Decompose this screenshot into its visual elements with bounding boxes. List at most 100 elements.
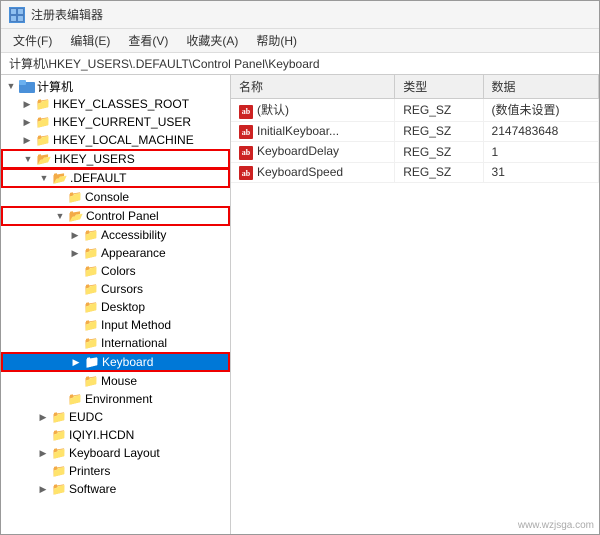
folder-icon-colors: 📁 xyxy=(83,263,99,279)
tree-node-accessibility[interactable]: ▶ 📁 Accessibility xyxy=(1,226,230,244)
folder-icon-mouse: 📁 xyxy=(83,373,99,389)
expand-icon-eudc[interactable]: ▶ xyxy=(35,409,51,425)
node-label-cursors: Cursors xyxy=(101,282,143,296)
cell-type: REG_SZ xyxy=(395,121,483,142)
registry-table: 名称 类型 数据 ab(默认) REG_SZ (数值未设置) abInitial… xyxy=(231,75,599,183)
tree-node-computer[interactable]: ▼ 计算机 xyxy=(1,77,230,95)
node-label-international: International xyxy=(101,336,167,350)
expand-icon-hkcr[interactable]: ▶ xyxy=(19,96,35,112)
expand-icon-keyboard[interactable]: ▶ xyxy=(68,354,84,370)
reg-icon: ab xyxy=(239,125,253,139)
menu-help[interactable]: 帮助(H) xyxy=(248,30,305,51)
tree-node-mouse[interactable]: ▶ 📁 Mouse xyxy=(1,372,230,390)
tree-node-international[interactable]: ▶ 📁 International xyxy=(1,334,230,352)
node-label-inputmethod: Input Method xyxy=(101,318,171,332)
node-label-computer: 计算机 xyxy=(37,78,73,95)
tree-node-keyboard[interactable]: ▶ 📁 Keyboard xyxy=(2,353,229,371)
cell-type: REG_SZ xyxy=(395,142,483,163)
node-label-appearance: Appearance xyxy=(101,246,166,260)
cell-data: (数值未设置) xyxy=(483,99,598,122)
reg-icon: ab xyxy=(239,146,253,160)
menu-bar: 文件(F) 编辑(E) 查看(V) 收藏夹(A) 帮助(H) xyxy=(1,29,599,53)
cell-name: abKeyboardSpeed xyxy=(231,162,395,183)
window-title: 注册表编辑器 xyxy=(31,6,103,23)
folder-icon-computer xyxy=(19,78,35,94)
menu-edit[interactable]: 编辑(E) xyxy=(62,30,118,51)
tree-node-software[interactable]: ▶ 📁 Software xyxy=(1,480,230,498)
folder-icon-international: 📁 xyxy=(83,335,99,351)
table-row[interactable]: abKeyboardSpeed REG_SZ 31 xyxy=(231,162,599,183)
tree-node-environment[interactable]: ▶ 📁 Environment xyxy=(1,390,230,408)
tree-node-appearance[interactable]: ▶ 📁 Appearance xyxy=(1,244,230,262)
folder-icon-eudc: 📁 xyxy=(51,409,67,425)
expand-icon-accessibility[interactable]: ▶ xyxy=(67,227,83,243)
cell-name: ab(默认) xyxy=(231,99,395,122)
col-header-name: 名称 xyxy=(231,75,395,99)
folder-icon-hkcu: 📁 xyxy=(35,114,51,130)
watermark: www.wzjsga.com xyxy=(518,520,594,531)
folder-icon-environment: 📁 xyxy=(67,391,83,407)
tree-node-inputmethod[interactable]: ▶ 📁 Input Method xyxy=(1,316,230,334)
reg-icon: ab xyxy=(239,166,253,180)
folder-icon-software: 📁 xyxy=(51,481,67,497)
address-path: 计算机\HKEY_USERS\.DEFAULT\Control Panel\Ke… xyxy=(9,55,320,72)
menu-file[interactable]: 文件(F) xyxy=(5,30,60,51)
tree-node-keyboardlayout[interactable]: ▶ 📁 Keyboard Layout xyxy=(1,444,230,462)
expand-icon-software[interactable]: ▶ xyxy=(35,481,51,497)
node-label-accessibility: Accessibility xyxy=(101,228,166,242)
node-label-colors: Colors xyxy=(101,264,136,278)
tree-node-hklm[interactable]: ▶ 📁 HKEY_LOCAL_MACHINE xyxy=(1,131,230,149)
tree-node-controlpanel[interactable]: ▼ 📂 Control Panel xyxy=(2,207,229,225)
tree-node-iqiyi[interactable]: ▶ 📁 IQIYI.HCDN xyxy=(1,426,230,444)
tree-node-colors[interactable]: ▶ 📁 Colors xyxy=(1,262,230,280)
expand-icon-hku[interactable]: ▼ xyxy=(20,151,36,167)
folder-icon-inputmethod: 📁 xyxy=(83,317,99,333)
tree-node-hku[interactable]: ▼ 📂 HKEY_USERS xyxy=(2,150,229,168)
node-label-keyboardlayout: Keyboard Layout xyxy=(69,446,160,460)
folder-icon-hklm: 📁 xyxy=(35,132,51,148)
table-row[interactable]: abKeyboardDelay REG_SZ 1 xyxy=(231,142,599,163)
cell-data: 1 xyxy=(483,142,598,163)
folder-icon-hkcr: 📁 xyxy=(35,96,51,112)
tree-node-printers[interactable]: ▶ 📁 Printers xyxy=(1,462,230,480)
table-row[interactable]: ab(默认) REG_SZ (数值未设置) xyxy=(231,99,599,122)
expand-icon-hklm[interactable]: ▶ xyxy=(19,132,35,148)
tree-node-eudc[interactable]: ▶ 📁 EUDC xyxy=(1,408,230,426)
col-header-data: 数据 xyxy=(483,75,598,99)
expand-icon-computer[interactable]: ▼ xyxy=(3,78,19,94)
expand-icon-keyboardlayout[interactable]: ▶ xyxy=(35,445,51,461)
expand-icon-controlpanel[interactable]: ▼ xyxy=(52,208,68,224)
node-label-environment: Environment xyxy=(85,392,152,406)
tree-node-default[interactable]: ▼ 📂 .DEFAULT xyxy=(2,169,229,187)
tree-node-cursors[interactable]: ▶ 📁 Cursors xyxy=(1,280,230,298)
menu-favorites[interactable]: 收藏夹(A) xyxy=(178,30,246,51)
tree-node-desktop[interactable]: ▶ 📁 Desktop xyxy=(1,298,230,316)
folder-icon-appearance: 📁 xyxy=(83,245,99,261)
expand-icon-appearance[interactable]: ▶ xyxy=(67,245,83,261)
node-label-iqiyi: IQIYI.HCDN xyxy=(69,428,134,442)
expand-icon-default[interactable]: ▼ xyxy=(36,170,52,186)
folder-icon-controlpanel: 📂 xyxy=(68,208,84,224)
node-label-mouse: Mouse xyxy=(101,374,137,388)
tree-panel[interactable]: ▼ 计算机 ▶ 📁 HKEY_CLASSES_ROOT ▶ xyxy=(1,75,231,534)
tree-node-hkcu[interactable]: ▶ 📁 HKEY_CURRENT_USER xyxy=(1,113,230,131)
folder-icon-desktop: 📁 xyxy=(83,299,99,315)
col-header-type: 类型 xyxy=(395,75,483,99)
folder-icon-hku: 📂 xyxy=(36,151,52,167)
node-label-hklm: HKEY_LOCAL_MACHINE xyxy=(53,133,194,147)
cell-name: abInitialKeyboar... xyxy=(231,121,395,142)
reg-icon: ab xyxy=(239,105,253,119)
folder-icon-printers: 📁 xyxy=(51,463,67,479)
table-row[interactable]: abInitialKeyboar... REG_SZ 2147483648 xyxy=(231,121,599,142)
main-content: ▼ 计算机 ▶ 📁 HKEY_CLASSES_ROOT ▶ xyxy=(1,75,599,534)
tree-node-console[interactable]: ▶ 📁 Console xyxy=(1,188,230,206)
menu-view[interactable]: 查看(V) xyxy=(120,30,176,51)
node-label-hkcr: HKEY_CLASSES_ROOT xyxy=(53,97,189,111)
node-label-hku: HKEY_USERS xyxy=(54,152,135,166)
tree-node-hkcr[interactable]: ▶ 📁 HKEY_CLASSES_ROOT xyxy=(1,95,230,113)
node-label-printers: Printers xyxy=(69,464,110,478)
expand-icon-hkcu[interactable]: ▶ xyxy=(19,114,35,130)
folder-icon-iqiyi: 📁 xyxy=(51,427,67,443)
address-bar: 计算机\HKEY_USERS\.DEFAULT\Control Panel\Ke… xyxy=(1,53,599,75)
node-label-default: .DEFAULT xyxy=(70,171,126,185)
